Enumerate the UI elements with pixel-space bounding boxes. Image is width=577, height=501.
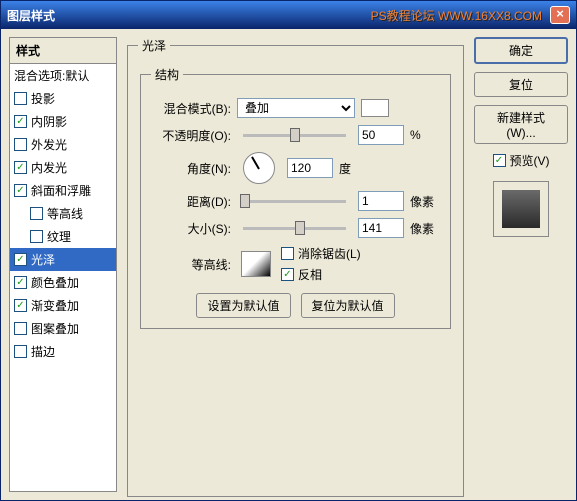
checkbox-icon[interactable] [14,345,27,358]
angle-dial[interactable] [243,152,275,184]
size-slider[interactable] [243,227,346,230]
window-title: 图层样式 [7,7,55,24]
list-item-color-overlay[interactable]: 颜色叠加 [10,271,116,294]
checkbox-icon[interactable] [14,161,27,174]
row-distance: 距离(D): 像素 [151,191,440,211]
checkbox-icon[interactable] [14,115,27,128]
angle-unit: 度 [339,160,369,177]
checkbox-icon[interactable] [14,299,27,312]
row-size: 大小(S): 像素 [151,218,440,238]
list-item-contour[interactable]: 等高线 [10,202,116,225]
list-item-stroke[interactable]: 描边 [10,340,116,363]
opacity-label: 不透明度(O): [151,127,231,144]
watermark: PS教程论坛 WWW.16XX8.COM [371,7,542,24]
invert-checkbox[interactable]: 反相 [281,266,361,283]
list-item-satin[interactable]: 光泽 [10,248,116,271]
checkbox-icon[interactable] [14,253,27,266]
default-buttons: 设置为默认值 复位为默认值 [151,293,440,318]
list-item-outer-glow[interactable]: 外发光 [10,133,116,156]
checkbox-icon[interactable] [281,268,294,281]
checkbox-icon[interactable] [14,322,27,335]
list-item-inner-glow[interactable]: 内发光 [10,156,116,179]
right-panel: 确定 复位 新建样式(W)... 预览(V) [474,37,568,492]
list-item-texture[interactable]: 纹理 [10,225,116,248]
list-item-inner-shadow[interactable]: 内阴影 [10,110,116,133]
distance-slider[interactable] [243,200,346,203]
dial-needle-icon [251,156,260,169]
blend-options-item[interactable]: 混合选项:默认 [10,64,116,87]
structure-group: 结构 混合模式(B): 叠加 不透明度(O): % 角度(N): [140,66,451,329]
checkbox-icon[interactable] [281,247,294,260]
row-blend-mode: 混合模式(B): 叠加 [151,98,440,118]
angle-label: 角度(N): [151,160,231,177]
size-input[interactable] [358,218,404,238]
blend-mode-select[interactable]: 叠加 [237,98,355,118]
list-item-gradient-overlay[interactable]: 渐变叠加 [10,294,116,317]
blend-mode-label: 混合模式(B): [151,100,231,117]
ok-button[interactable]: 确定 [474,37,568,64]
cancel-button[interactable]: 复位 [474,72,568,97]
opacity-input[interactable] [358,125,404,145]
row-angle: 角度(N): 度 [151,152,440,184]
new-style-button[interactable]: 新建样式(W)... [474,105,568,144]
styles-header[interactable]: 样式 [10,38,116,64]
size-unit: 像素 [410,220,440,237]
set-default-button[interactable]: 设置为默认值 [196,293,290,318]
checkbox-icon[interactable] [14,184,27,197]
opacity-slider[interactable] [243,134,346,137]
angle-input[interactable] [287,158,333,178]
distance-input[interactable] [358,191,404,211]
contour-picker[interactable] [241,251,271,277]
preview-inner [502,190,540,228]
distance-label: 距离(D): [151,193,231,210]
checkbox-icon[interactable] [493,154,506,167]
center-panel: 光泽 结构 混合模式(B): 叠加 不透明度(O): % [125,37,466,492]
satin-group: 光泽 结构 混合模式(B): 叠加 不透明度(O): % [127,37,464,497]
layer-style-dialog: 图层样式 PS教程论坛 WWW.16XX8.COM × 样式 混合选项:默认 投… [0,0,577,501]
group-title: 光泽 [138,37,170,54]
checkbox-icon[interactable] [30,207,43,220]
checkbox-icon[interactable] [14,138,27,151]
opacity-unit: % [410,128,440,142]
checkbox-icon[interactable] [14,276,27,289]
slider-thumb-icon[interactable] [240,194,250,208]
reset-default-button[interactable]: 复位为默认值 [301,293,395,318]
contour-label: 等高线: [151,256,231,273]
slider-thumb-icon[interactable] [290,128,300,142]
preview-checkbox[interactable]: 预览(V) [474,152,568,169]
antialias-checkbox[interactable]: 消除锯齿(L) [281,245,361,262]
structure-title: 结构 [151,66,183,83]
slider-thumb-icon[interactable] [295,221,305,235]
row-contour: 等高线: 消除锯齿(L) 反相 [151,245,440,283]
list-item-pattern-overlay[interactable]: 图案叠加 [10,317,116,340]
styles-list: 样式 混合选项:默认 投影 内阴影 外发光 内发光 斜面和浮雕 等高线 纹理 光… [9,37,117,492]
preview-swatch [493,181,549,237]
checkbox-icon[interactable] [30,230,43,243]
list-item-drop-shadow[interactable]: 投影 [10,87,116,110]
titlebar[interactable]: 图层样式 PS教程论坛 WWW.16XX8.COM × [1,1,576,29]
close-icon[interactable]: × [550,6,570,24]
size-label: 大小(S): [151,220,231,237]
list-item-bevel[interactable]: 斜面和浮雕 [10,179,116,202]
distance-unit: 像素 [410,193,440,210]
row-opacity: 不透明度(O): % [151,125,440,145]
dialog-body: 样式 混合选项:默认 投影 内阴影 外发光 内发光 斜面和浮雕 等高线 纹理 光… [1,29,576,500]
color-swatch[interactable] [361,99,389,117]
checkbox-icon[interactable] [14,92,27,105]
